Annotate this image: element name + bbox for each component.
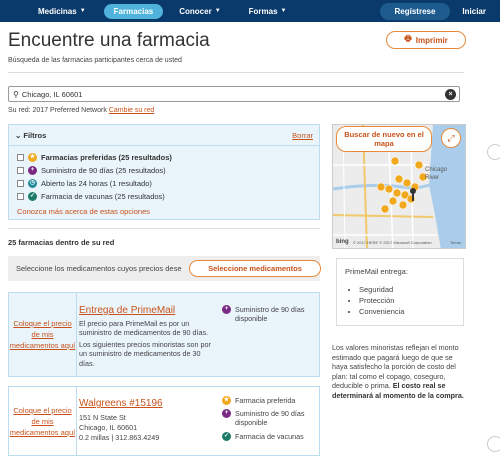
price-placeholder[interactable]: Coloque el precio de mis medicamentos aq…: [9, 293, 77, 376]
signin-link[interactable]: Iniciar: [450, 7, 500, 16]
nav-medicinas-label: Medicinas: [38, 6, 77, 16]
filter-90-day[interactable]: + Suministro de 90 días (25 resultados): [17, 166, 166, 175]
list-item: Conveniencia: [359, 306, 455, 317]
filter-label: Farmacias preferidas (25 resultados): [41, 153, 172, 162]
nav-farmacias-label: Farmacias: [113, 6, 154, 16]
divider: [9, 145, 319, 146]
clear-filters-link[interactable]: Borrar: [292, 131, 313, 140]
nav-formas[interactable]: Formas ▼: [249, 7, 287, 16]
map-label: Chicago: [425, 167, 448, 173]
pharmacy-name[interactable]: Walgreens #15196: [79, 398, 163, 409]
results-count: 25 farmacias dentro de su red: [8, 238, 115, 247]
tag-label: Farmacia preferida: [235, 396, 296, 405]
chevron-down-icon: ▼: [280, 8, 287, 14]
tag-label: Farmacia de vacunas: [235, 432, 304, 441]
price-placeholder-link[interactable]: Coloque el precio de mis medicamentos aq…: [9, 405, 76, 438]
primemail-benefits: PrimeMail entrega: Seguridad Protección …: [336, 258, 464, 326]
filters-panel: ⌄ Filtros Borrar ★ Farmacias preferidas …: [8, 124, 320, 220]
divider: [8, 228, 320, 229]
checkbox[interactable]: [17, 193, 24, 200]
network-label: Su red: 2017 Preferred Network: [8, 107, 107, 114]
search-input[interactable]: [21, 89, 422, 99]
price-placeholder-link[interactable]: Coloque el precio de mis medicamentos aq…: [9, 318, 76, 351]
pharmacy-card-walgreens: Coloque el precio de mis medicamentos aq…: [8, 386, 320, 456]
medications-bar: Seleccione los medicamentos cuyos precio…: [8, 256, 321, 281]
nav-conocer[interactable]: Conocer ▼: [179, 7, 220, 16]
map-terms-link[interactable]: Terms: [450, 240, 461, 245]
plus-icon: +: [222, 409, 231, 418]
tag-label: Suministro de 90 días disponible: [235, 305, 305, 323]
register-button[interactable]: Regístrese: [379, 2, 451, 20]
filter-preferred[interactable]: ★ Farmacias preferidas (25 resultados): [17, 153, 172, 162]
chevron-down-icon: ▼: [214, 8, 221, 14]
change-network-link[interactable]: Cambie su red: [109, 107, 155, 114]
tag-vaccines: ✓ Farmacia de vacunas: [222, 432, 317, 441]
tag-90-day: + Suministro de 90 días disponible: [222, 409, 317, 427]
pharmacy-card-primemail: Coloque el precio de mis medicamentos aq…: [8, 292, 320, 377]
page-subtitle: Búsqueda de las farmacias participantes …: [8, 57, 182, 64]
top-nav: Medicinas ▼ Farmacias Conocer ▼ Formas ▼…: [0, 0, 500, 22]
learn-more-link[interactable]: Conozca más acerca de estas opciones: [17, 207, 150, 216]
select-medications-button[interactable]: Seleccione medicamentos: [189, 260, 321, 277]
pharmacy-address: 151 N State St: [79, 413, 126, 422]
scroll-handle[interactable]: [487, 436, 500, 452]
filter-label: Suministro de 90 días (25 resultados): [41, 166, 166, 175]
expand-icon[interactable]: ⤢: [441, 128, 461, 148]
page-title: Encuentre una farmacia: [8, 30, 210, 51]
network-info: Su red: 2017 Preferred Network Cambie su…: [8, 107, 154, 114]
star-icon: ★: [222, 396, 231, 405]
pharmacy-name[interactable]: Entrega de PrimeMail: [79, 305, 175, 316]
scroll-handle[interactable]: [487, 144, 500, 160]
price-placeholder[interactable]: Coloque el precio de mis medicamentos aq…: [9, 387, 77, 455]
print-button[interactable]: 🖶 Imprimir: [386, 31, 466, 49]
tag-preferred: ★ Farmacia preferida: [222, 396, 317, 405]
divider: [8, 72, 464, 73]
filter-label: Farmacia de vacunas (25 resultados): [41, 192, 165, 201]
printer-icon: 🖶: [404, 34, 412, 43]
plus-icon: +: [222, 305, 231, 314]
bing-logo: bing: [336, 239, 349, 245]
checkbox[interactable]: [17, 180, 24, 187]
nav-account: Regístrese Iniciar: [379, 0, 500, 22]
price-disclaimer: Los valores minoristas reflejan el monto…: [332, 343, 467, 400]
pharmacy-description: El precio para PrimeMail es por un sumin…: [79, 319, 209, 338]
filter-24-hours[interactable]: ◷ Abierto las 24 horas (1 resultado): [17, 179, 152, 188]
check-icon: ✓: [222, 432, 231, 441]
check-icon: ✓: [28, 192, 37, 201]
checkbox[interactable]: [17, 154, 24, 161]
nav-farmacias[interactable]: Farmacias: [103, 3, 164, 19]
star-icon: ★: [28, 153, 37, 162]
pharmacy-distance-phone: 0.2 millas | 312.863.4249: [79, 433, 160, 442]
tag-90-day: + Suministro de 90 días disponible: [222, 305, 317, 323]
nav-medicinas[interactable]: Medicinas ▼: [38, 7, 86, 16]
map-copyright: © 2017 HERE © 2017 Microsoft Corporation: [353, 240, 432, 245]
chevron-down-icon: ▼: [79, 8, 86, 14]
nav-formas-label: Formas: [248, 6, 278, 16]
checkbox[interactable]: [17, 167, 24, 174]
clear-icon[interactable]: ×: [445, 89, 456, 100]
print-button-label: Imprimir: [415, 35, 448, 45]
nav-conocer-label: Conocer: [179, 6, 212, 16]
clock-icon: ◷: [28, 179, 37, 188]
map-label: River: [425, 175, 440, 181]
chevron-down-icon: ⌄: [15, 131, 22, 140]
plus-icon: +: [28, 166, 37, 175]
medications-prompt: Seleccione los medicamentos cuyos precio…: [16, 264, 182, 273]
search-map-again-button[interactable]: Buscar de nuevo en el mapa: [336, 126, 432, 152]
filter-vaccines[interactable]: ✓ Farmacia de vacunas (25 resultados): [17, 192, 165, 201]
list-item: Seguridad: [359, 284, 455, 295]
search-icon: ⚲: [13, 89, 19, 99]
pharmacy-address: Chicago, IL 60601: [79, 423, 138, 432]
filter-label: Abierto las 24 horas (1 resultado): [41, 179, 152, 188]
pharmacy-description: Los siguientes precios minoristas son po…: [79, 340, 211, 368]
filters-title: Filtros: [23, 131, 47, 140]
primemail-title: PrimeMail entrega:: [345, 267, 408, 276]
primemail-list: Seguridad Protección Conveniencia: [345, 284, 455, 317]
filters-header[interactable]: ⌄ Filtros: [15, 131, 46, 140]
list-item: Protección: [359, 295, 455, 306]
tag-label: Suministro de 90 días disponible: [235, 409, 305, 427]
location-search[interactable]: ⚲ ×: [8, 86, 460, 102]
